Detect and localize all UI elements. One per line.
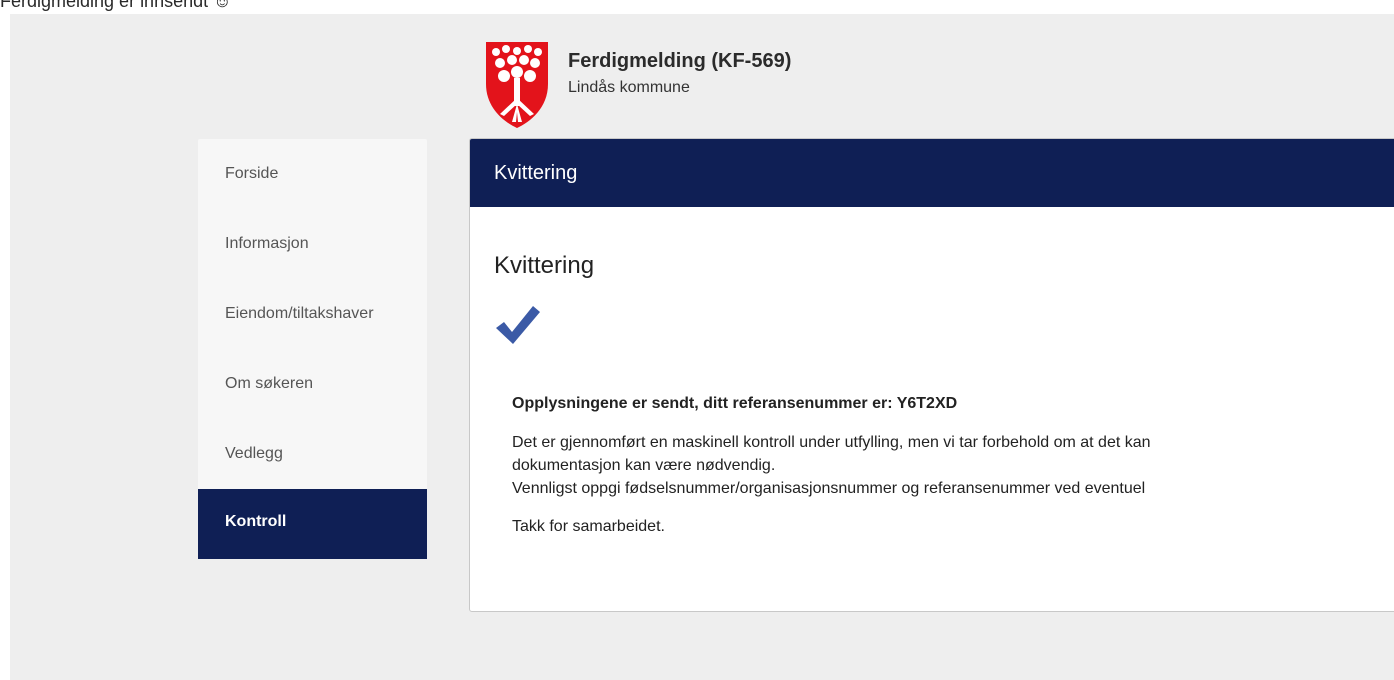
window-caption: Ferdigmelding er innsendt ☺: [0, 0, 232, 11]
sidebar-item-informasjon[interactable]: Informasjon: [198, 209, 427, 279]
sidebar-item-om-sokeren[interactable]: Om søkeren: [198, 349, 427, 419]
panel-header: Kvittering: [470, 139, 1394, 207]
page-header: Ferdigmelding (KF-569) Lindås kommune: [482, 38, 791, 130]
receipt-message: Opplysningene er sendt, ditt referansenu…: [512, 395, 1151, 536]
receipt-panel: Kvittering Kvittering Opplysningene er s…: [469, 138, 1394, 612]
sidebar-item-vedlegg[interactable]: Vedlegg: [198, 419, 427, 489]
receipt-title: Kvittering: [494, 252, 595, 279]
info-line-1: Det er gjennomført en maskinell kontroll…: [512, 434, 1151, 451]
sidebar-nav: Forside Informasjon Eiendom/tiltakshaver…: [198, 139, 427, 559]
municipality-name: Lindås kommune: [568, 79, 690, 96]
reference-number-line: Opplysningene er sendt, ditt referansenu…: [512, 395, 958, 412]
page-background: Ferdigmelding (KF-569) Lindås kommune Fo…: [10, 14, 1394, 680]
thanks-text: Takk for samarbeidet.: [512, 518, 665, 535]
form-title: Ferdigmelding (KF-569): [568, 50, 792, 72]
sidebar-item-forside[interactable]: Forside: [198, 139, 427, 209]
info-line-3: Vennligst oppgi fødselsnummer/organisasj…: [512, 480, 1146, 497]
sidebar-item-eiendom[interactable]: Eiendom/tiltakshaver: [198, 279, 427, 349]
checkmark-icon: [496, 306, 540, 344]
info-line-2: dokumentasjon kan være nødvendig.: [512, 457, 776, 474]
municipal-crest-icon: [486, 42, 548, 128]
sidebar-item-kontroll[interactable]: Kontroll: [198, 489, 427, 559]
